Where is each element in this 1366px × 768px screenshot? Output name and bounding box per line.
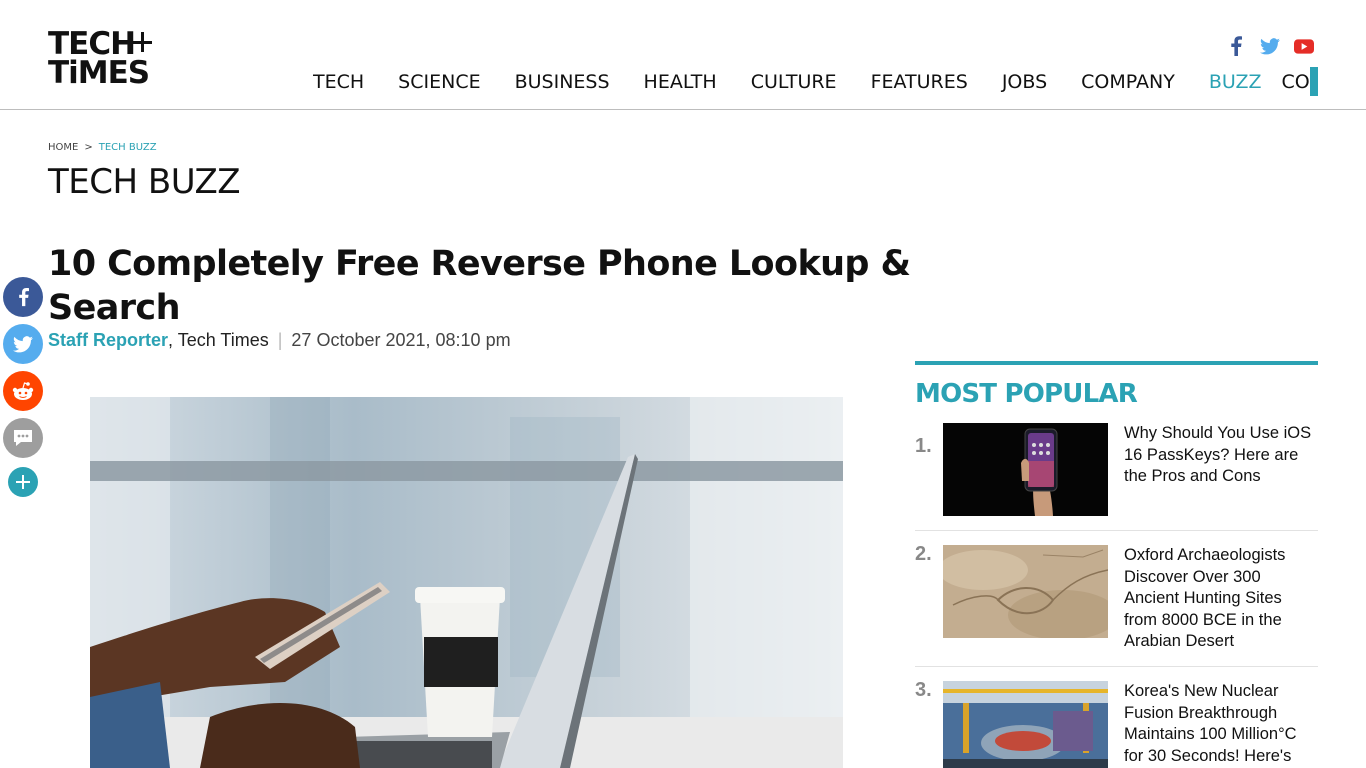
nav-item-culture[interactable]: CULTURE: [751, 70, 837, 96]
article-headline: 10 Completely Free Reverse Phone Lookup …: [48, 244, 911, 328]
publication-name: , Tech Times: [168, 330, 269, 350]
share-comment-button[interactable]: [3, 418, 43, 458]
share-more-button[interactable]: [8, 467, 38, 497]
nav-item-company[interactable]: COMPANY: [1081, 70, 1175, 96]
popular-item-title[interactable]: Why Should You Use iOS 16 PassKeys? Here…: [1124, 423, 1314, 488]
popular-item[interactable]: 2. Oxford Archaeologists Discover Over 3…: [915, 531, 1318, 667]
nav-item-science[interactable]: SCIENCE: [398, 70, 480, 96]
nav-item-tech[interactable]: TECH: [313, 70, 364, 96]
facebook-icon[interactable]: [1226, 36, 1246, 56]
popular-thumbnail[interactable]: [943, 423, 1108, 516]
facebook-icon: [18, 288, 29, 307]
breadcrumb-home[interactable]: HOME: [48, 142, 78, 153]
popular-item-title[interactable]: Oxford Archaeologists Discover Over 300 …: [1124, 545, 1314, 653]
nav-item-health[interactable]: HEALTH: [644, 70, 717, 96]
header-social-links: [1226, 36, 1314, 56]
article-hero-image: [90, 397, 843, 768]
byline-separator: |: [277, 330, 283, 350]
nav-scroll-indicator[interactable]: [1310, 67, 1318, 96]
breadcrumb-current[interactable]: TECH BUZZ: [99, 142, 157, 153]
most-popular-sidebar: MOST POPULAR 1. Why Should You Use iOS 1…: [915, 361, 1318, 768]
share-facebook-button[interactable]: [3, 277, 43, 317]
site-header: TECH TiMES TECH SCIENCE BUSINESS HEALTH …: [0, 0, 1366, 110]
popular-rank: 3.: [915, 679, 932, 701]
share-reddit-button[interactable]: [3, 371, 43, 411]
twitter-icon: [13, 335, 33, 352]
plus-icon: [16, 475, 30, 489]
nav-item-buzz[interactable]: BUZZ: [1209, 70, 1262, 96]
nav-item-business[interactable]: BUSINESS: [515, 70, 610, 96]
popular-thumbnail[interactable]: [943, 681, 1108, 768]
popular-item[interactable]: 3. Korea's New Nuclear Fusion Breakthrou…: [915, 667, 1318, 768]
comment-icon: [14, 430, 32, 446]
youtube-icon[interactable]: [1294, 36, 1314, 56]
nav-item-truncated[interactable]: CO: [1281, 70, 1309, 96]
breadcrumb-separator: >: [84, 142, 93, 153]
reddit-icon: [12, 382, 34, 400]
nav-item-jobs[interactable]: JOBS: [1002, 70, 1047, 96]
article-byline: Staff Reporter, Tech Times | 27 October 20…: [48, 330, 511, 351]
popular-item-title[interactable]: Korea's New Nuclear Fusion Breakthrough …: [1124, 681, 1314, 767]
popular-item[interactable]: 1. Why Should You Use iOS 16 PassKeys? H…: [915, 423, 1318, 531]
share-twitter-button[interactable]: [3, 324, 43, 364]
popular-rank: 2.: [915, 543, 932, 565]
author-link[interactable]: Staff Reporter: [48, 330, 168, 350]
nav-item-features[interactable]: FEATURES: [871, 70, 968, 96]
main-nav: TECH SCIENCE BUSINESS HEALTH CULTURE FEA…: [313, 70, 1318, 96]
section-title: TECH BUZZ: [48, 162, 241, 202]
twitter-icon[interactable]: [1260, 36, 1280, 56]
most-popular-title: MOST POPULAR: [915, 379, 1138, 409]
publish-date: 27 October 2021, 08:10 pm: [291, 330, 511, 350]
popular-rank: 1.: [915, 435, 932, 457]
share-bar: [3, 277, 43, 497]
logo-line-2: TiMES: [48, 55, 150, 91]
popular-thumbnail[interactable]: [943, 545, 1108, 638]
site-logo[interactable]: TECH TiMES: [48, 29, 152, 91]
logo-plus-mark: [132, 32, 152, 52]
breadcrumb: HOME > TECH BUZZ: [48, 142, 157, 153]
